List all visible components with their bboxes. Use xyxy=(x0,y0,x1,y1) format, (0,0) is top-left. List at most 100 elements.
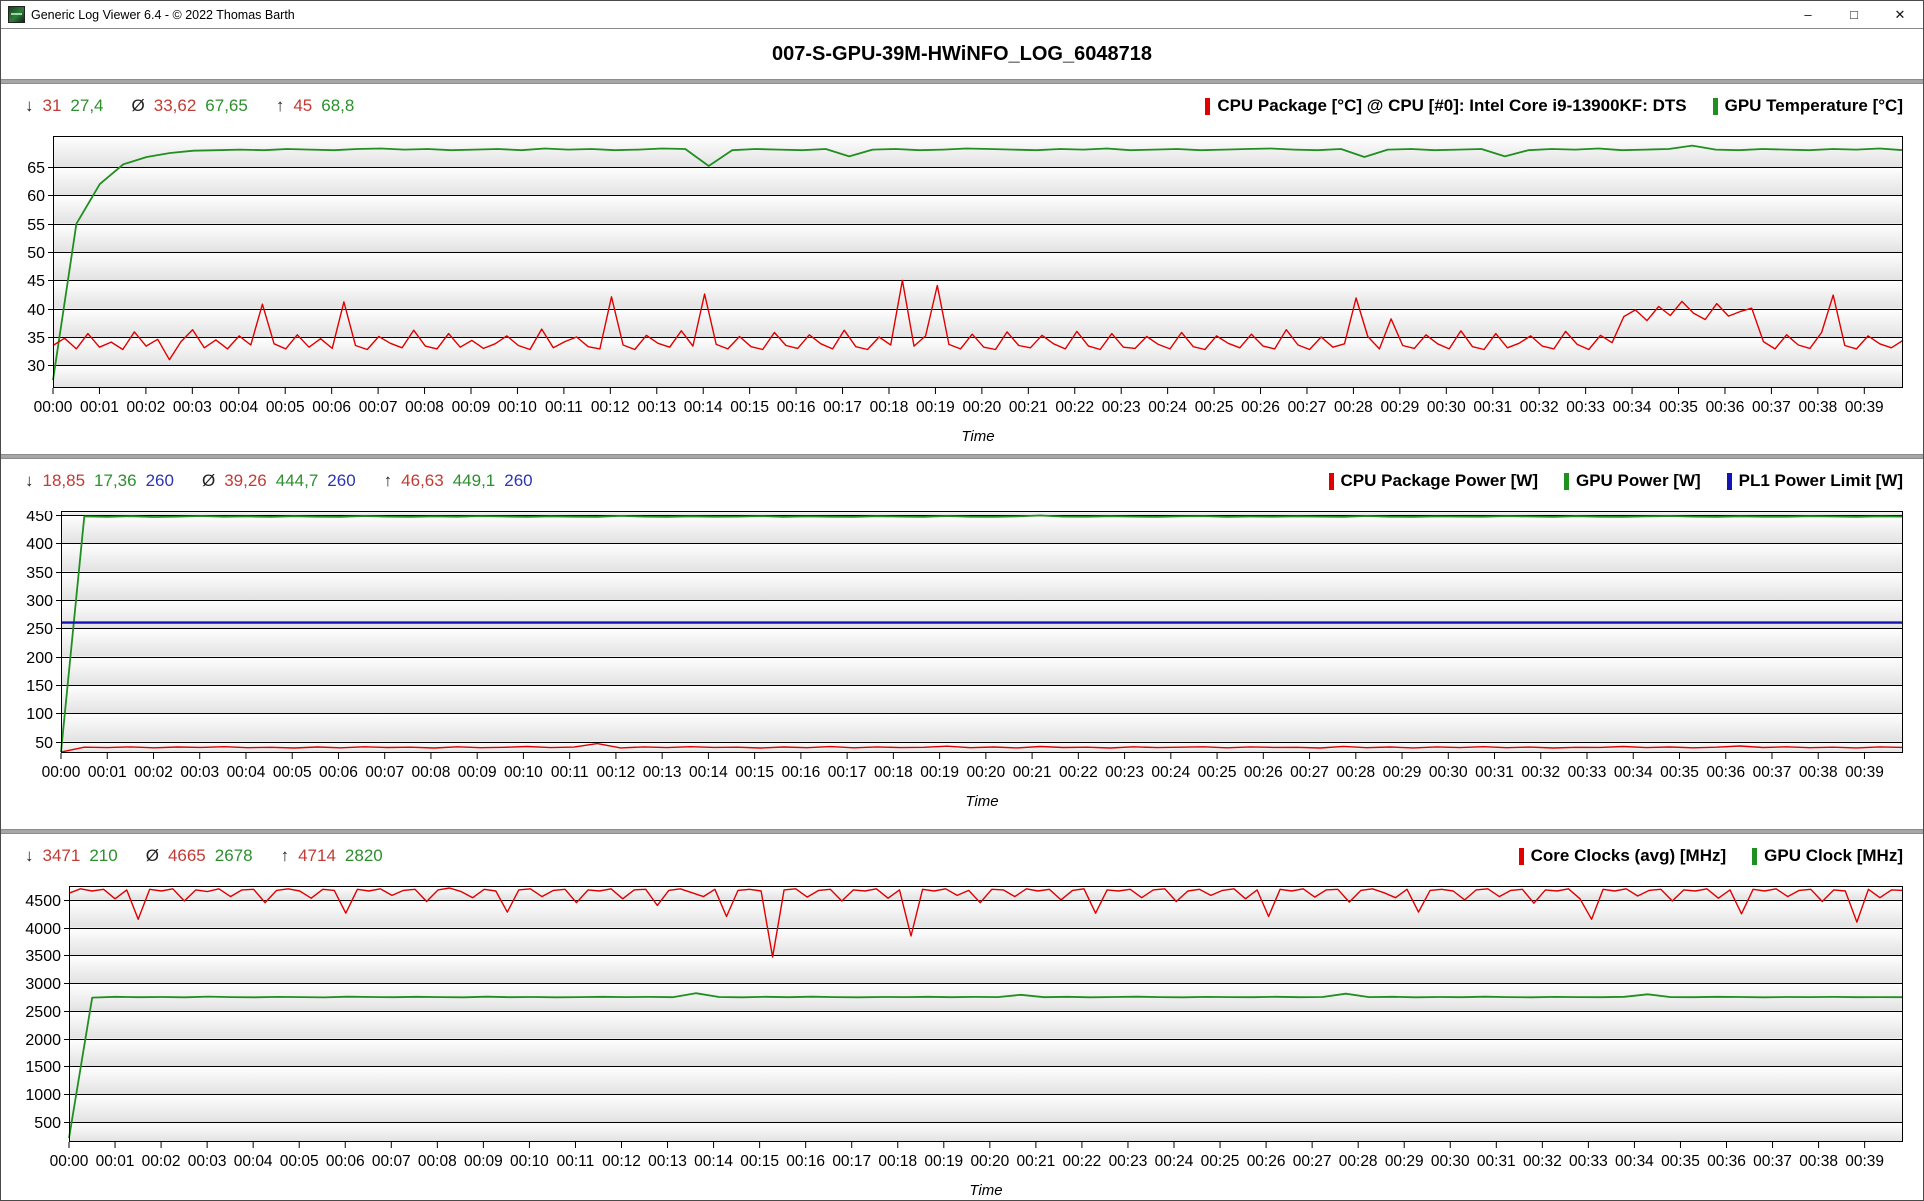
title-bar: Generic Log Viewer 6.4 - © 2022 Thomas B… xyxy=(1,1,1923,29)
svg-text:00:38: 00:38 xyxy=(1799,1153,1838,1170)
minimize-button[interactable]: – xyxy=(1785,1,1831,28)
svg-text:00:09: 00:09 xyxy=(458,764,497,781)
svg-text:00:05: 00:05 xyxy=(273,764,312,781)
stat-symbol-icon: ↓ xyxy=(25,846,34,866)
svg-text:00:15: 00:15 xyxy=(735,764,774,781)
stat-value: 449,1 xyxy=(453,471,496,491)
svg-text:00:22: 00:22 xyxy=(1059,764,1098,781)
svg-text:2000: 2000 xyxy=(25,1032,61,1049)
svg-text:35: 35 xyxy=(27,330,45,347)
svg-text:00:28: 00:28 xyxy=(1339,1153,1378,1170)
svg-text:00:28: 00:28 xyxy=(1334,399,1373,416)
svg-text:00:04: 00:04 xyxy=(219,399,258,416)
svg-text:00:31: 00:31 xyxy=(1477,1153,1516,1170)
svg-text:2500: 2500 xyxy=(25,1004,61,1021)
stat-value: 17,36 xyxy=(94,471,137,491)
svg-text:00:12: 00:12 xyxy=(597,764,636,781)
svg-text:200: 200 xyxy=(26,650,53,667)
svg-text:00:10: 00:10 xyxy=(498,399,537,416)
svg-text:00:03: 00:03 xyxy=(180,764,219,781)
svg-text:00:33: 00:33 xyxy=(1568,764,1607,781)
svg-text:00:36: 00:36 xyxy=(1707,1153,1746,1170)
stat-value: 67,65 xyxy=(205,96,248,116)
svg-text:00:32: 00:32 xyxy=(1521,764,1560,781)
svg-text:1500: 1500 xyxy=(25,1059,61,1076)
legend-color-bar xyxy=(1329,473,1334,490)
stat-value: 260 xyxy=(146,471,174,491)
stat-value: 39,26 xyxy=(224,471,267,491)
svg-text:00:22: 00:22 xyxy=(1055,399,1094,416)
svg-text:250: 250 xyxy=(26,621,53,638)
stat-value: 2678 xyxy=(215,846,253,866)
legend-row: CPU Package Power [W]GPU Power [W]PL1 Po… xyxy=(1329,471,1903,491)
svg-text:00:00: 00:00 xyxy=(42,764,81,781)
svg-text:00:01: 00:01 xyxy=(96,1153,135,1170)
time-axis-label: Time xyxy=(53,428,1903,445)
stat-group: Ø33,6267,65 xyxy=(132,96,248,116)
stat-group: ↓18,8517,36260 xyxy=(25,471,174,491)
svg-text:00:29: 00:29 xyxy=(1380,399,1419,416)
svg-text:00:13: 00:13 xyxy=(637,399,676,416)
svg-text:00:27: 00:27 xyxy=(1293,1153,1332,1170)
legend-color-bar xyxy=(1519,848,1524,865)
svg-text:00:33: 00:33 xyxy=(1566,399,1605,416)
window-controls: – □ ✕ xyxy=(1785,1,1923,28)
svg-text:00:29: 00:29 xyxy=(1383,764,1422,781)
svg-text:40: 40 xyxy=(27,302,45,319)
stat-value: 4665 xyxy=(168,846,206,866)
svg-text:00:37: 00:37 xyxy=(1753,1153,1792,1170)
svg-text:00:30: 00:30 xyxy=(1427,399,1466,416)
close-button[interactable]: ✕ xyxy=(1877,1,1923,28)
svg-text:00:00: 00:00 xyxy=(34,399,73,416)
app-icon xyxy=(8,6,25,23)
stat-group: Ø46652678 xyxy=(146,846,253,866)
svg-text:00:19: 00:19 xyxy=(916,399,955,416)
stat-symbol-icon: ↑ xyxy=(276,96,285,116)
svg-text:00:32: 00:32 xyxy=(1520,399,1559,416)
legend-row: CPU Package [°C] @ CPU [#0]: Intel Core … xyxy=(1205,96,1903,116)
svg-text:00:37: 00:37 xyxy=(1753,764,1792,781)
time-axis-label: Time xyxy=(69,1182,1903,1199)
legend-item: Core Clocks (avg) [MHz] xyxy=(1519,846,1727,866)
svg-text:00:39: 00:39 xyxy=(1845,1153,1884,1170)
svg-text:00:35: 00:35 xyxy=(1660,764,1699,781)
stats-row: ↓3471210Ø46652678↑47142820 xyxy=(25,846,383,866)
svg-text:00:39: 00:39 xyxy=(1845,764,1884,781)
maximize-button[interactable]: □ xyxy=(1831,1,1877,28)
log-file-title: 007-S-GPU-39M-HWiNFO_LOG_6048718 xyxy=(772,43,1152,66)
svg-text:00:16: 00:16 xyxy=(781,764,820,781)
legend-label: GPU Clock [MHz] xyxy=(1764,846,1903,866)
legend-item: GPU Temperature [°C] xyxy=(1713,96,1903,116)
svg-text:00:10: 00:10 xyxy=(504,764,543,781)
temperature-chart[interactable]: 303540455055606500:0000:0100:0200:0300:0… xyxy=(9,136,1917,430)
power-chart[interactable]: 5010015020025030035040045000:0000:0100:0… xyxy=(9,511,1917,795)
legend-label: CPU Package Power [W] xyxy=(1341,471,1538,491)
stat-value: 260 xyxy=(327,471,355,491)
svg-text:00:24: 00:24 xyxy=(1148,399,1187,416)
svg-text:300: 300 xyxy=(26,593,53,610)
stat-value: 46,63 xyxy=(401,471,444,491)
svg-text:00:02: 00:02 xyxy=(142,1153,181,1170)
svg-text:00:18: 00:18 xyxy=(874,764,913,781)
svg-text:500: 500 xyxy=(34,1115,61,1132)
svg-text:00:09: 00:09 xyxy=(464,1153,503,1170)
clocks-panel: ↓3471210Ø46652678↑47142820 Core Clocks (… xyxy=(1,834,1923,1196)
svg-text:00:06: 00:06 xyxy=(312,399,351,416)
clocks-chart[interactable]: 5001000150020002500300035004000450000:00… xyxy=(9,886,1917,1184)
stats-row: ↓18,8517,36260Ø39,26444,7260↑46,63449,12… xyxy=(25,471,533,491)
svg-text:00:29: 00:29 xyxy=(1385,1153,1424,1170)
svg-text:60: 60 xyxy=(27,188,45,205)
svg-text:00:06: 00:06 xyxy=(326,1153,365,1170)
svg-text:00:26: 00:26 xyxy=(1241,399,1280,416)
svg-text:00:34: 00:34 xyxy=(1614,764,1653,781)
svg-text:00:21: 00:21 xyxy=(1009,399,1048,416)
svg-text:00:16: 00:16 xyxy=(777,399,816,416)
svg-text:00:14: 00:14 xyxy=(684,399,723,416)
svg-text:00:20: 00:20 xyxy=(962,399,1001,416)
svg-text:00:37: 00:37 xyxy=(1752,399,1791,416)
svg-text:00:20: 00:20 xyxy=(966,764,1005,781)
svg-text:00:34: 00:34 xyxy=(1615,1153,1654,1170)
svg-text:00:28: 00:28 xyxy=(1336,764,1375,781)
svg-text:00:19: 00:19 xyxy=(924,1153,963,1170)
svg-text:00:17: 00:17 xyxy=(823,399,862,416)
